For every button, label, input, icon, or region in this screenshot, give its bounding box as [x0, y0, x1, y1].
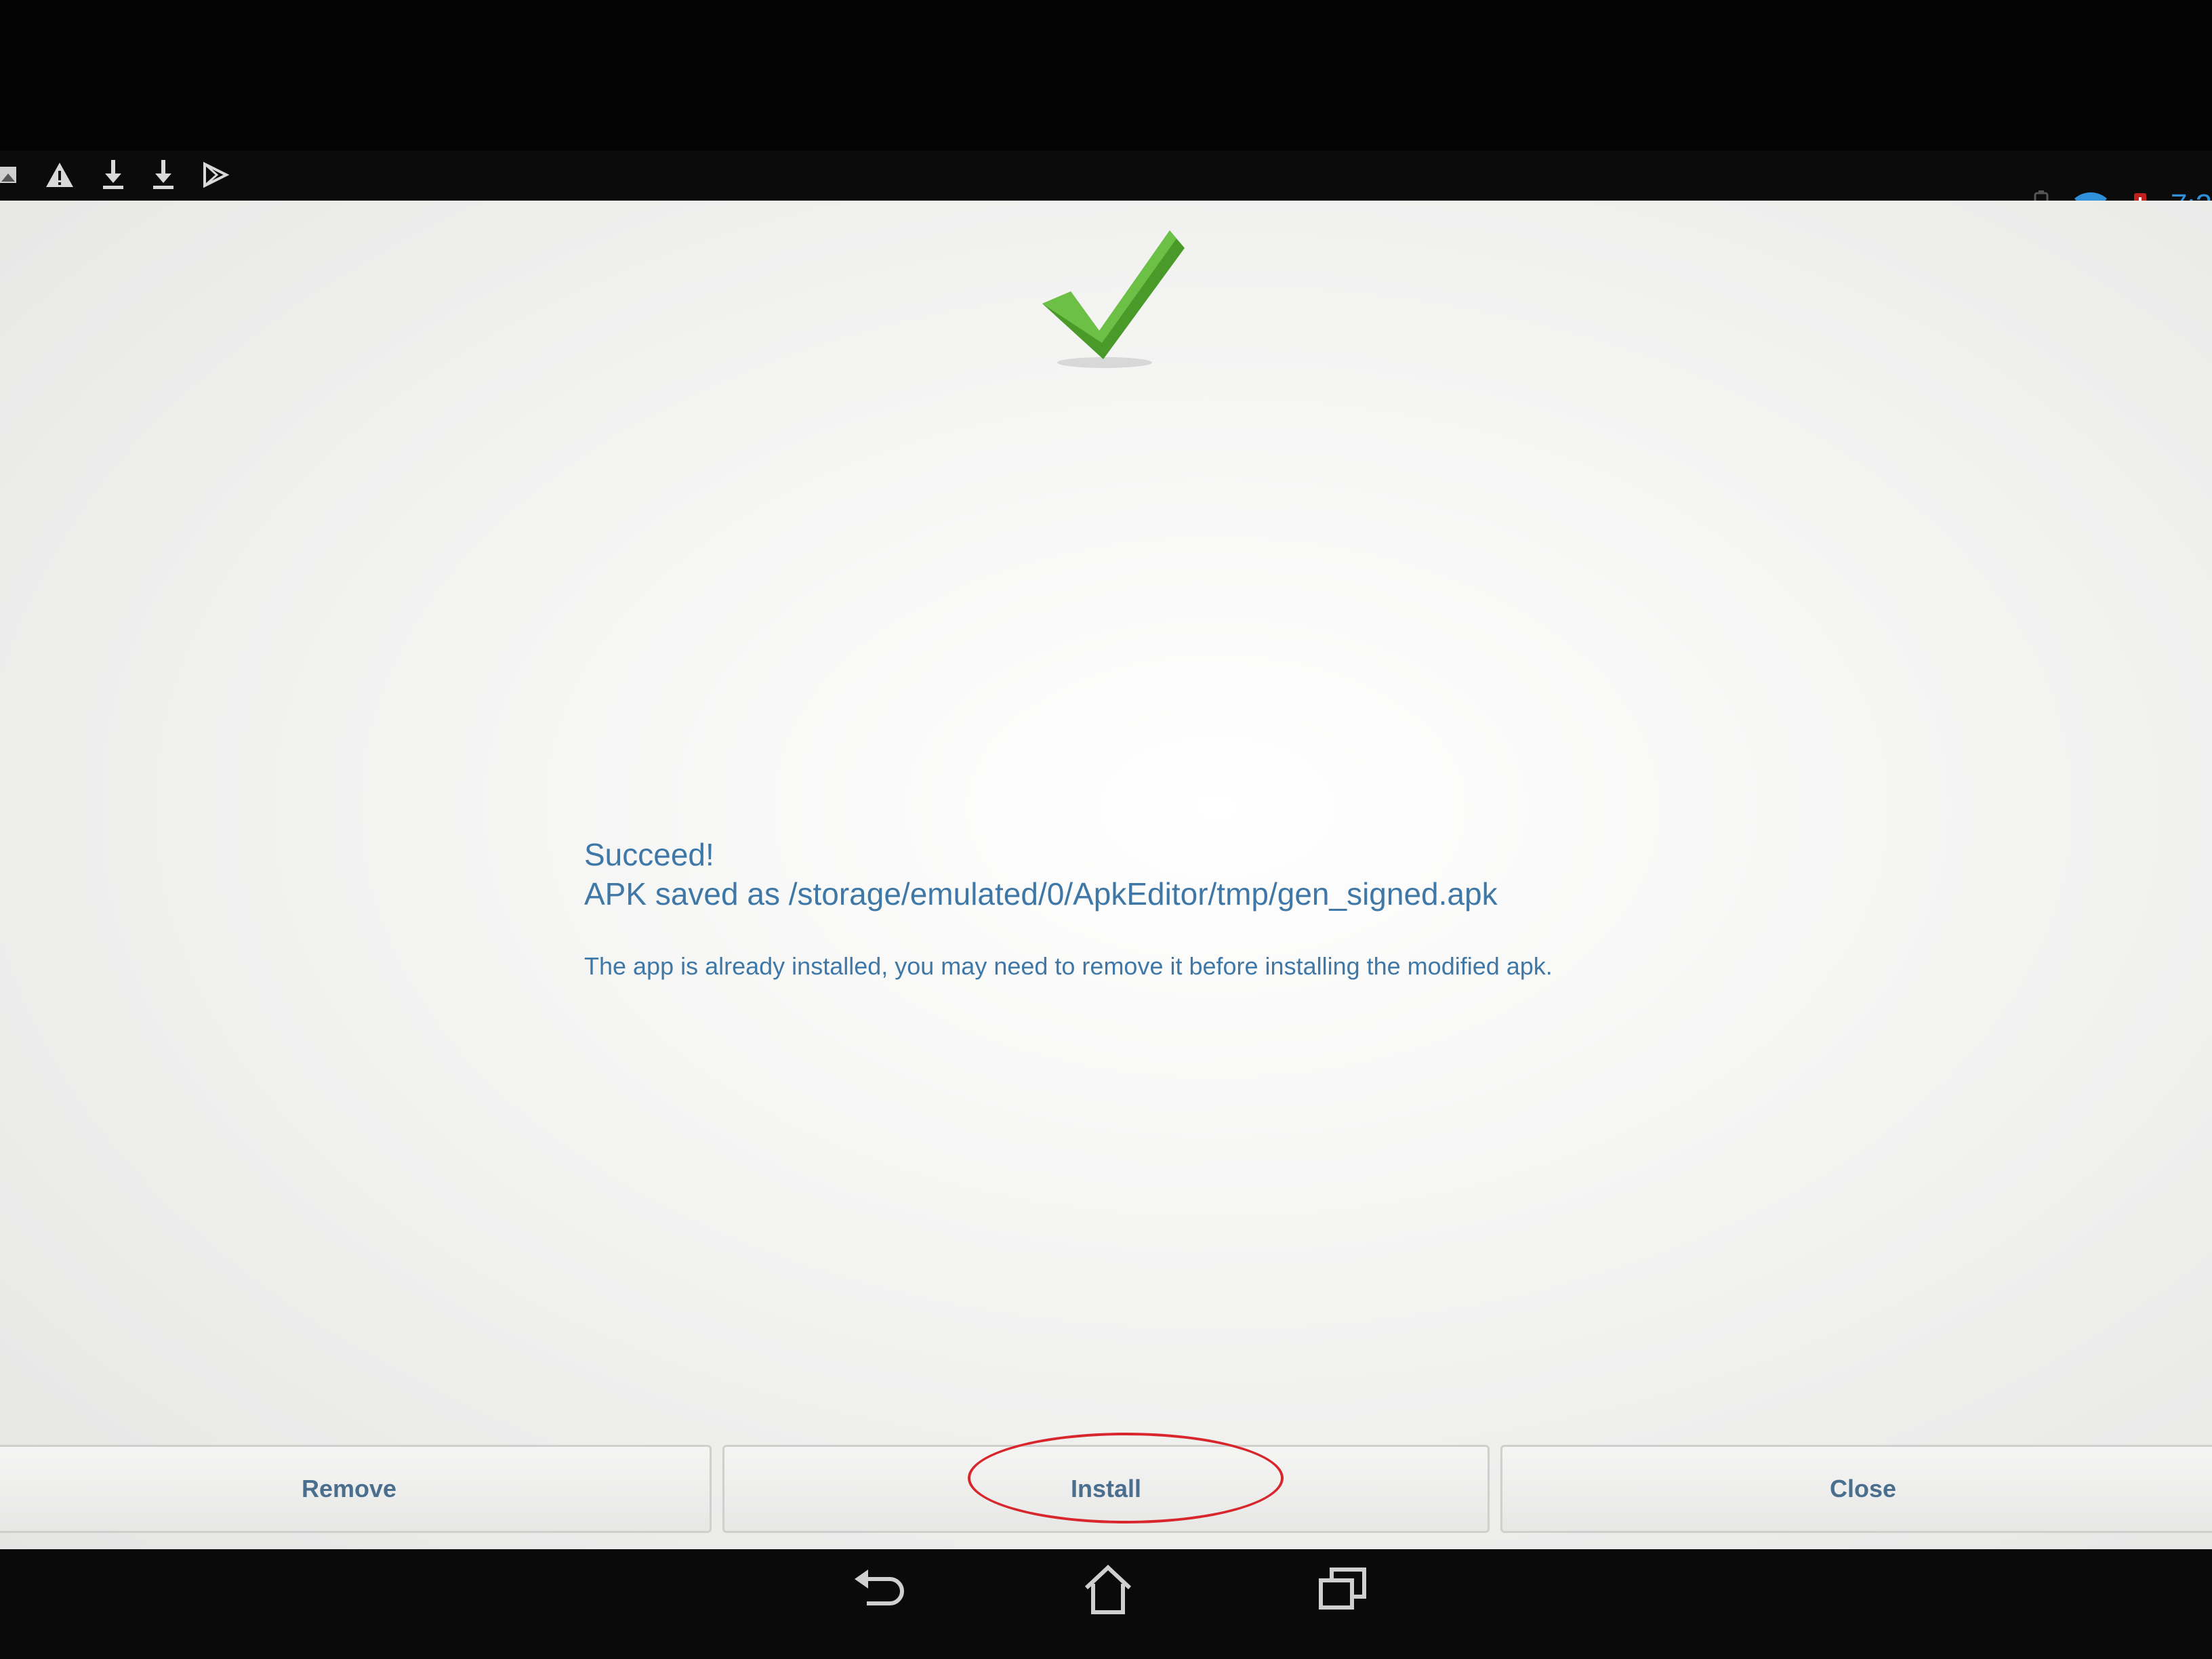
install-note: The app is already installed, you may ne…: [584, 952, 1553, 980]
device-bezel: [0, 0, 2212, 156]
warning-icon: [45, 161, 75, 188]
download-icon: [152, 160, 175, 190]
notification-icons: [0, 155, 229, 195]
saved-path-text: APK saved as /storage/emulated/0/ApkEdit…: [584, 876, 1498, 912]
close-button-label: Close: [1829, 1475, 1897, 1502]
download-icon: [102, 160, 125, 190]
checkmark-icon: [1037, 224, 1193, 373]
remove-button[interactable]: Remove: [0, 1445, 712, 1533]
install-button-label: Install: [1070, 1475, 1142, 1502]
install-button[interactable]: Install: [722, 1445, 1490, 1533]
remove-button-label: Remove: [301, 1475, 397, 1502]
play-store-icon: [202, 161, 229, 188]
image-icon: [0, 161, 18, 188]
button-bar: Remove Install Close: [0, 1445, 2212, 1547]
success-title: Succeed!: [584, 837, 714, 872]
back-icon[interactable]: [840, 1552, 915, 1626]
home-icon[interactable]: [1071, 1552, 1145, 1626]
result-message: Succeed! APK saved as /storage/emulated/…: [584, 835, 1736, 981]
close-button[interactable]: Close: [1500, 1445, 2212, 1533]
recent-apps-icon[interactable]: [1305, 1552, 1380, 1626]
